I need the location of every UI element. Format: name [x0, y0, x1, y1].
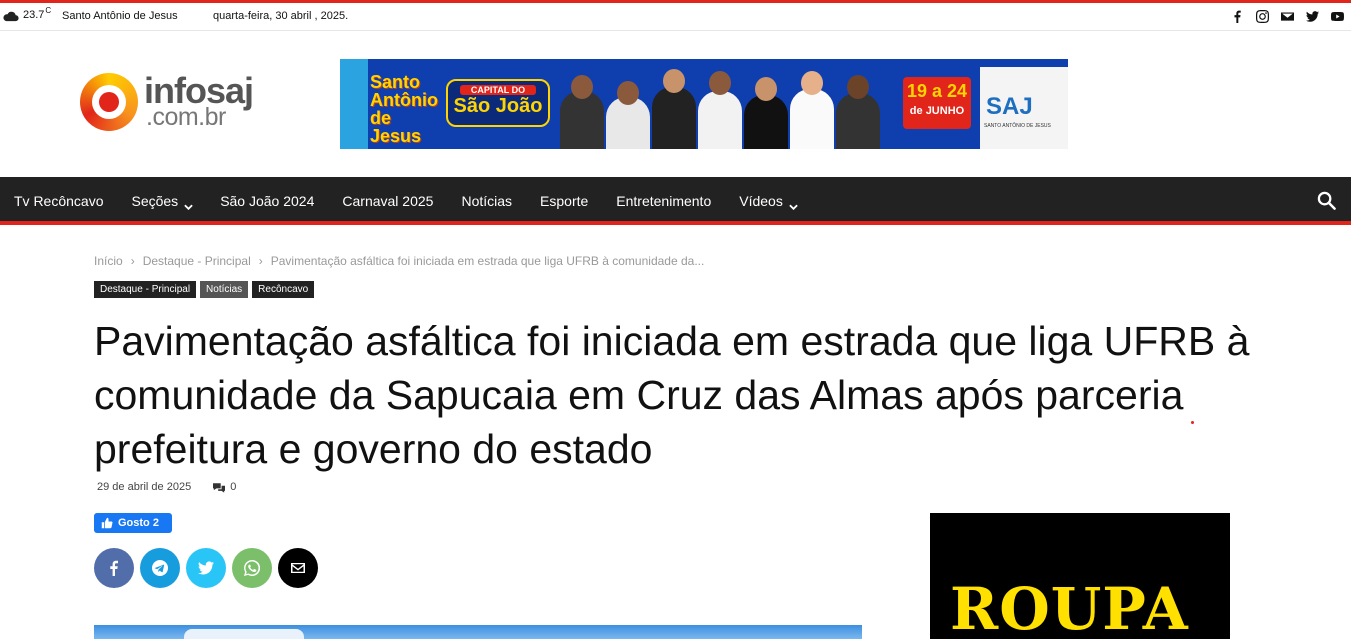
nav-item-label: São João 2024 — [220, 193, 315, 209]
nav-item-carnaval-2025[interactable]: Carnaval 2025 — [342, 193, 433, 209]
youtube-icon[interactable] — [1329, 8, 1345, 24]
banner-artists-photo — [558, 65, 898, 149]
nav-item-label: Entretenimento — [616, 193, 712, 209]
current-date: quarta-feira, 30 abril , 2025. — [213, 10, 349, 22]
cloudy-icon — [3, 11, 19, 22]
facebook-like-button[interactable]: Gosto 2 — [94, 513, 172, 533]
banner-month: de JUNHO — [909, 105, 965, 117]
email-icon — [291, 563, 305, 573]
breadcrumb-separator: › — [258, 254, 263, 268]
main-nav: Tv Recôncavo Seções São João 2024 Carnav… — [0, 177, 1351, 225]
banner-sao-joao: São João — [453, 95, 543, 117]
sidebar-ad[interactable]: ROUPA — [930, 513, 1230, 639]
comments-count: 0 — [230, 481, 237, 493]
temperature-unit: C — [45, 6, 52, 15]
instagram-icon[interactable] — [1254, 8, 1270, 24]
nav-item-entretenimento[interactable]: Entretenimento — [616, 193, 711, 209]
chevron-down-icon — [184, 197, 193, 211]
category-tag[interactable]: Destaque - Principal — [94, 281, 197, 298]
city-name: Santo Antônio de Jesus — [62, 10, 178, 22]
social-links — [1229, 8, 1345, 24]
banner-capital-label: CAPITAL DO — [460, 85, 536, 95]
thumbs-up-icon — [101, 517, 113, 529]
article-meta: 29 de abril de 2025 0 — [97, 481, 236, 493]
article-featured-image — [94, 625, 862, 639]
breadcrumb-home[interactable]: Início — [94, 254, 123, 268]
article-date: 29 de abril de 2025 — [97, 481, 192, 493]
share-email-button[interactable] — [278, 548, 318, 588]
banner-date-range: 19 a 24 — [906, 81, 968, 101]
chevron-down-icon — [789, 197, 798, 211]
nav-item-label: Carnaval 2025 — [342, 193, 434, 209]
breadcrumb-category[interactable]: Destaque - Principal — [143, 254, 251, 268]
weather-widget: 23.7 C — [2, 6, 52, 23]
share-telegram-button[interactable] — [140, 548, 180, 588]
nav-item-label: Esporte — [540, 193, 589, 209]
saj-logo: SAJ SANTO ANTÔNIO DE JESUS — [980, 67, 1068, 149]
telegram-icon — [152, 560, 168, 576]
banner-dates: 19 a 24 de JUNHO — [903, 77, 971, 129]
nav-item-videos[interactable]: Vídeos — [739, 193, 798, 211]
share-twitter-button[interactable] — [186, 548, 226, 588]
category-tag[interactable]: Recôncavo — [252, 281, 315, 298]
facebook-icon[interactable] — [1229, 8, 1245, 24]
search-icon[interactable] — [1317, 191, 1337, 211]
breadcrumb-separator: › — [130, 254, 135, 268]
logo-mark — [80, 73, 138, 131]
nav-item-esporte[interactable]: Esporte — [540, 193, 588, 209]
header-banner-ad[interactable]: Santo Antônio de Jesus CAPITAL DO São Jo… — [340, 59, 1068, 149]
email-icon[interactable] — [1279, 8, 1295, 24]
breadcrumb: Início › Destaque - Principal › Paviment… — [94, 254, 704, 268]
saj-logo-text: SAJ — [986, 93, 1033, 120]
twitter-icon[interactable] — [1304, 8, 1320, 24]
site-logo[interactable]: infosaj .com.br — [80, 70, 270, 135]
nav-item-tv-reconcavo[interactable]: Tv Recôncavo — [14, 193, 103, 209]
temperature: 23.7 — [23, 9, 45, 21]
like-label: Gosto 2 — [118, 517, 159, 529]
decorative-dot — [1191, 421, 1194, 424]
nav-item-noticias[interactable]: Notícias — [461, 193, 512, 209]
whatsapp-icon — [244, 560, 260, 576]
facebook-icon — [110, 560, 118, 576]
nav-item-sao-joao-2024[interactable]: São João 2024 — [220, 193, 314, 209]
share-facebook-button[interactable] — [94, 548, 134, 588]
category-tag[interactable]: Notícias — [200, 281, 249, 298]
share-buttons — [94, 548, 318, 588]
logo-domain: .com.br — [146, 103, 226, 131]
article-title: Pavimentação asfáltica foi iniciada em e… — [94, 318, 1250, 472]
banner-badge: CAPITAL DO São João — [446, 79, 550, 127]
nav-item-label: Tv Recôncavo — [14, 193, 104, 209]
banner-stripe — [340, 59, 368, 149]
twitter-icon — [198, 561, 214, 575]
nav-item-label: Vídeos — [739, 193, 783, 209]
sidebar-ad-text: ROUPA — [950, 575, 1189, 639]
comments-link[interactable]: 0 — [213, 481, 236, 493]
comments-icon — [213, 482, 226, 493]
top-bar: 23.7 C Santo Antônio de Jesus quarta-fei… — [0, 0, 1351, 31]
nav-item-label: Seções — [131, 193, 179, 209]
nav-item-label: Notícias — [461, 193, 513, 209]
category-tags: Destaque - Principal Notícias Recôncavo — [94, 281, 315, 298]
nav-item-secoes[interactable]: Seções — [131, 193, 193, 211]
share-whatsapp-button[interactable] — [232, 548, 272, 588]
breadcrumb-current: Pavimentação asfáltica foi iniciada em e… — [270, 254, 705, 268]
banner-title: Santo Antônio de Jesus — [370, 72, 438, 146]
saj-logo-subtext: SANTO ANTÔNIO DE JESUS — [984, 123, 1051, 129]
